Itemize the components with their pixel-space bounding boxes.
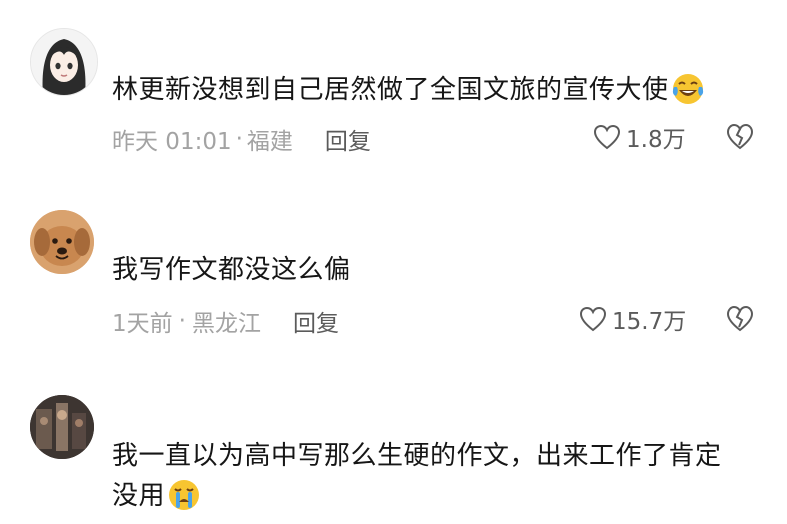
heart-icon — [579, 306, 607, 332]
comment-meta: 昨天 01:01 · 福建 回复 — [112, 122, 371, 156]
comment-text: 我写作文都没这么偏 — [112, 255, 351, 285]
comment-text: 我一直以为高中写那么生硬的作文，出来工作了肯定没用 — [112, 436, 747, 524]
reply-button[interactable]: 回复 — [293, 304, 339, 338]
broken-heart-icon — [726, 305, 754, 332]
avatar[interactable] — [30, 28, 98, 96]
broken-heart-icon — [726, 123, 754, 150]
comment-meta: 1天前 · 黑龙江 回复 — [112, 304, 339, 338]
avatar[interactable] — [30, 395, 94, 459]
comment-text: 林更新没想到自己居然做了全国文旅的宣传大使 — [112, 70, 747, 118]
dislike-button[interactable] — [724, 121, 756, 155]
meta-separator: · — [235, 126, 243, 152]
like-count: 15.7万 — [612, 309, 687, 335]
laughing-crying-emoji-icon — [671, 72, 705, 118]
like-button[interactable]: 15.7万 — [578, 302, 686, 336]
puppy-avatar-icon — [30, 210, 94, 274]
reply-button[interactable]: 回复 — [325, 122, 371, 156]
dislike-button[interactable] — [724, 303, 756, 337]
avatar[interactable] — [30, 210, 94, 274]
dark-photo-avatar-icon — [30, 395, 94, 459]
heart-icon — [593, 124, 621, 150]
crying-emoji-icon — [167, 478, 201, 524]
anime-girl-avatar-icon — [31, 29, 97, 95]
comment-location: 福建 — [246, 129, 293, 155]
like-button[interactable]: 1.8万 — [592, 120, 686, 154]
comment-time: 昨天 01:01 — [112, 129, 232, 155]
meta-separator: · — [178, 308, 186, 334]
like-count: 1.8万 — [626, 127, 686, 153]
comment-time: 1天前 — [112, 311, 173, 337]
comment-location: 黑龙江 — [191, 311, 261, 337]
